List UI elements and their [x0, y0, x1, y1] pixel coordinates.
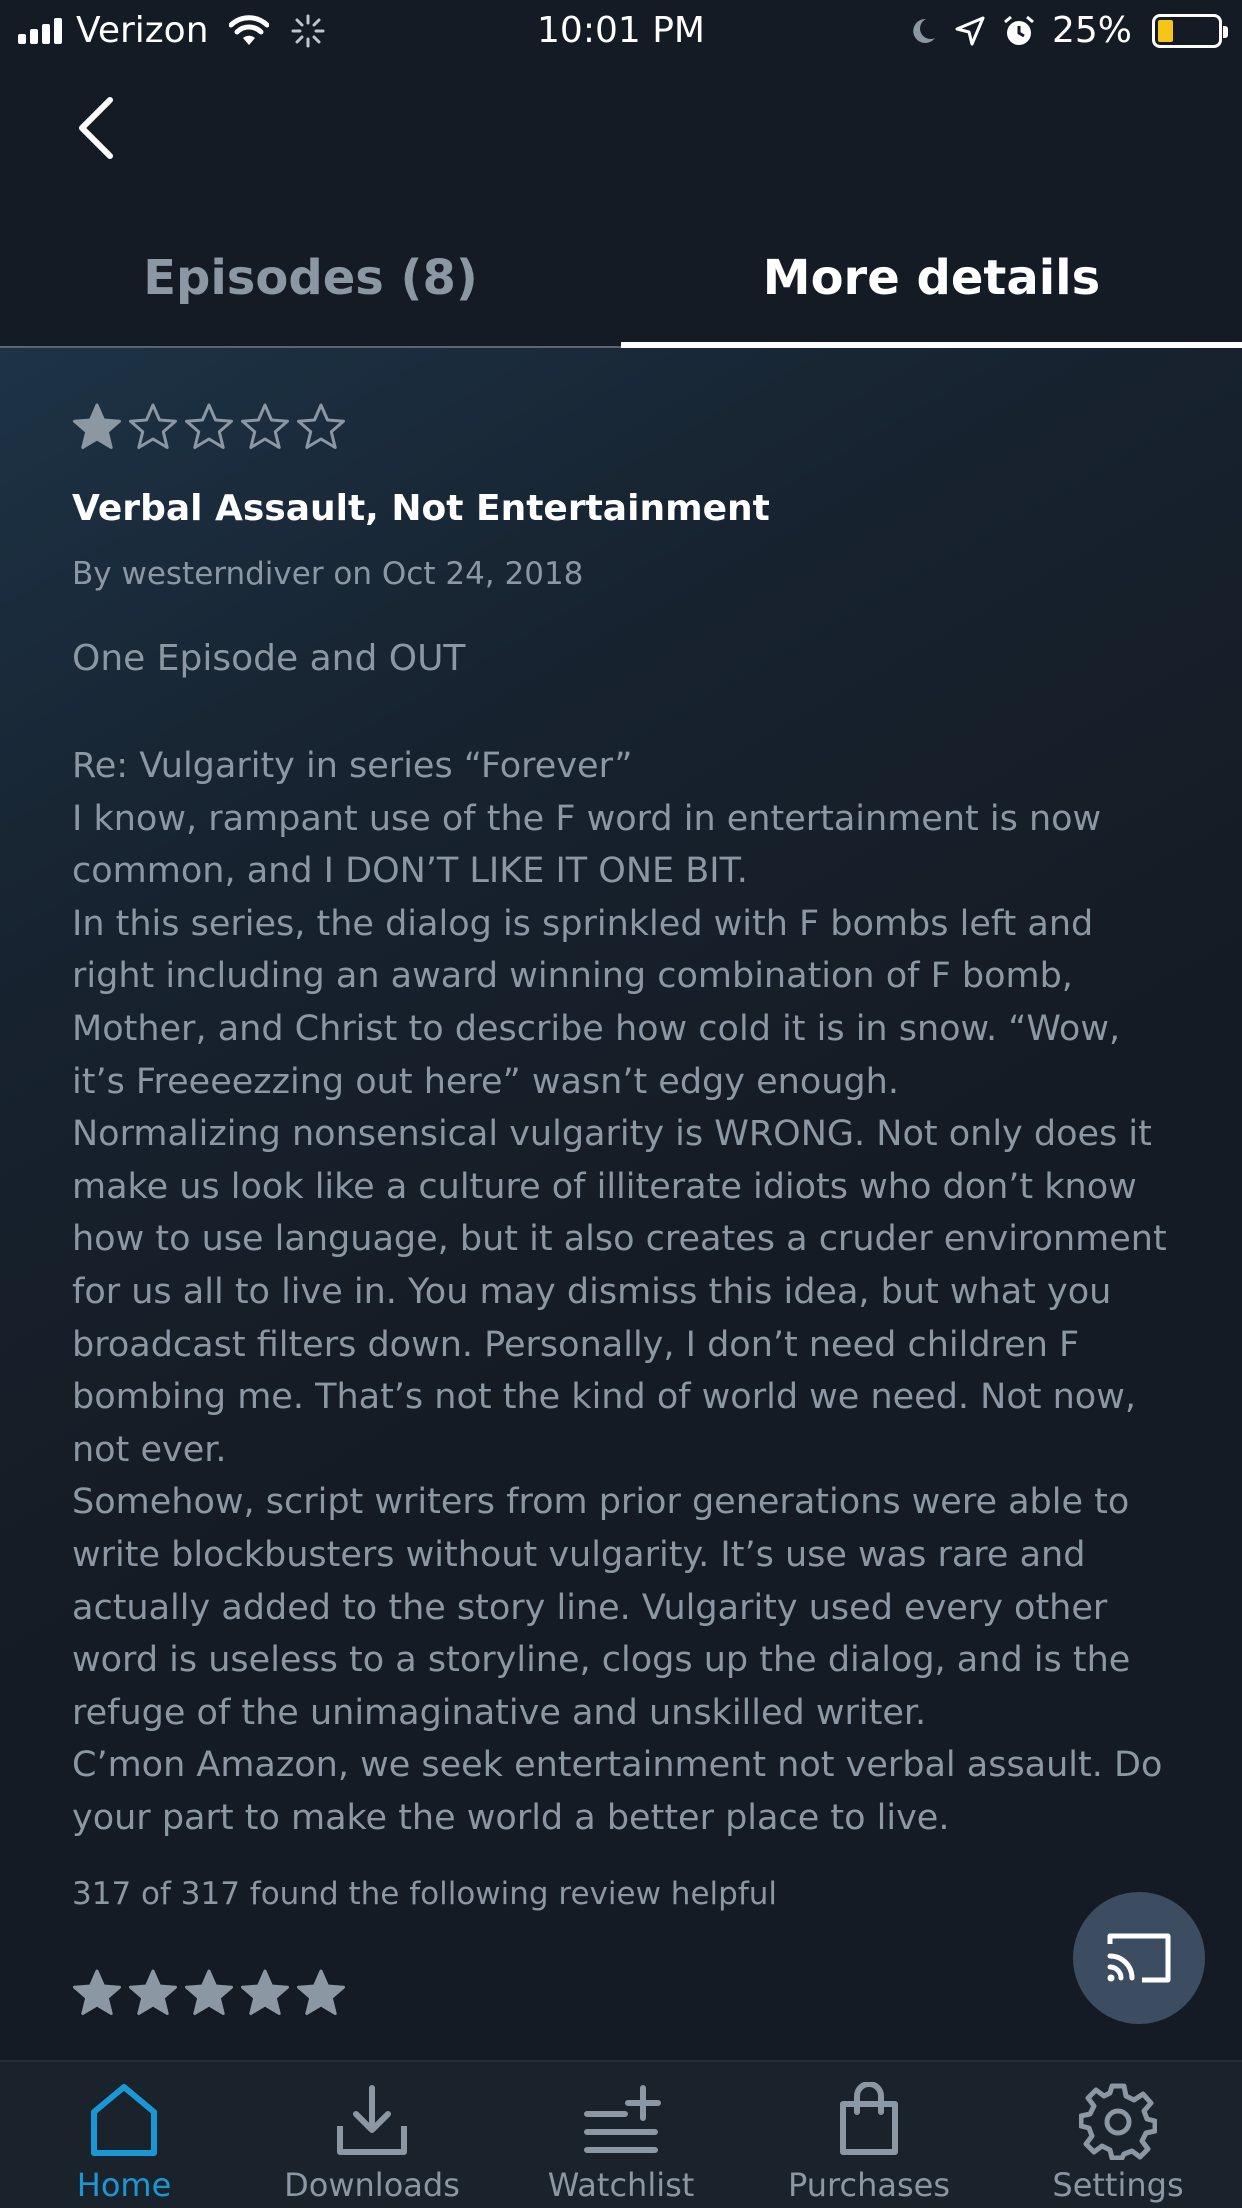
review-body-line: it’s Freeeezzing out here” wasn’t edgy e… — [72, 1061, 899, 1102]
review-body-line: right including an award winning combina… — [72, 956, 1073, 997]
star-empty-icon — [129, 403, 177, 449]
review-body-line: broadcast filters down. Personally, I do… — [72, 1324, 1080, 1365]
battery-percent: 25% — [1051, 10, 1132, 51]
star-empty-icon — [297, 403, 345, 449]
review-body-line: your part to make the world a better pla… — [72, 1797, 950, 1838]
review-body-line: word is useless to a storyline, clogs up… — [72, 1640, 1131, 1681]
nav-watchlist[interactable]: Watchlist — [497, 2062, 745, 2208]
home-icon — [91, 2084, 157, 2156]
moon-icon — [913, 18, 935, 43]
review-body-line: how to use language, but it also creates… — [72, 1219, 1167, 1260]
review-helpful-count: 317 of 317 found the following review he… — [72, 1876, 777, 1912]
nav-downloads-label: Downloads — [284, 2166, 460, 2204]
shopping-bag-icon — [840, 2082, 898, 2155]
gear-icon — [1079, 2083, 1157, 2160]
review-body-line: Somehow, script writers from prior gener… — [72, 1482, 1130, 1523]
review-body-line: common, and I DON’T LIKE IT ONE BIT. — [72, 851, 748, 892]
review-body-line: bombing me. That’s not the kind of world… — [72, 1377, 1136, 1418]
review-body-line: In this series, the dialog is sprinkled … — [72, 903, 1094, 944]
review-star-rating — [72, 402, 346, 452]
nav-home-label: Home — [76, 2166, 172, 2204]
chevron-left-icon — [79, 97, 113, 159]
review-body-line: refuge of the unimaginative and unskille… — [72, 1692, 927, 1733]
alarm-icon — [1004, 15, 1034, 45]
status-bar: Verizon 10:01 PM 25% — [0, 0, 1242, 62]
review-body: Re: Vulgarity in series “Forever” I know,… — [72, 740, 1182, 1844]
star-filled-icon — [241, 1969, 289, 2015]
review-body-line: make us look like a culture of illiterat… — [72, 1166, 1137, 1207]
review-body-line: Mother, and Christ to describe how cold … — [72, 1008, 1121, 1049]
review-body-line: C’mon Amazon, we seek entertainment not … — [72, 1745, 1163, 1786]
nav-settings[interactable]: Settings — [994, 2062, 1242, 2208]
star-filled-icon — [297, 1969, 345, 2015]
star-filled-icon — [73, 403, 121, 449]
watchlist-icon — [584, 2085, 661, 2153]
review-body-line: for us all to live in. You may dismiss t… — [72, 1271, 1112, 1312]
review-body-line: Re: Vulgarity in series “Forever” — [72, 746, 633, 786]
review-body-line: not ever. — [72, 1429, 227, 1470]
review-body-line: I know, rampant use of the F word in ent… — [72, 798, 1102, 839]
review-title: Verbal Assault, Not Entertainment — [72, 488, 770, 529]
cast-icon — [1107, 1933, 1171, 1983]
nav-downloads[interactable]: Downloads — [248, 2062, 496, 2208]
tab-episodes[interactable]: Episodes (8) — [0, 230, 621, 348]
review-author-date: By westerndiver on Oct 24, 2018 — [72, 556, 584, 592]
bottom-nav: Home Downloads Watchlist Purchases Setti… — [0, 2060, 1242, 2208]
review-list[interactable]: Verbal Assault, Not Entertainment By wes… — [0, 348, 1242, 2060]
nav-home[interactable]: Home — [0, 2062, 248, 2208]
star-filled-icon — [73, 1969, 121, 2015]
back-button[interactable] — [70, 92, 130, 162]
star-filled-icon — [185, 1969, 233, 2015]
cast-button[interactable] — [1073, 1892, 1205, 2024]
star-empty-icon — [185, 403, 233, 449]
nav-purchases-label: Purchases — [788, 2166, 950, 2204]
tab-bar: Episodes (8) More details — [0, 230, 1242, 348]
nav-settings-label: Settings — [1052, 2166, 1184, 2204]
battery-level-fill — [1158, 19, 1173, 42]
review-body-line: Normalizing nonsensical vulgarity is WRO… — [72, 1114, 1152, 1155]
tab-more-details[interactable]: More details — [621, 230, 1242, 348]
battery-icon — [1152, 13, 1228, 48]
nav-purchases[interactable]: Purchases — [745, 2062, 993, 2208]
review-summary: One Episode and OUT — [72, 638, 466, 679]
nav-watchlist-label: Watchlist — [547, 2166, 695, 2204]
status-right: 25% — [908, 10, 1228, 51]
next-review-star-rating — [72, 1968, 346, 2018]
review-body-line: actually added to the story line. Vulgar… — [72, 1587, 1108, 1628]
star-filled-icon — [129, 1969, 177, 2015]
star-empty-icon — [241, 403, 289, 449]
download-icon — [337, 2085, 407, 2155]
review-body-line: write blockbusters without vulgarity. It… — [72, 1534, 1086, 1575]
location-arrow-icon — [955, 16, 985, 45]
